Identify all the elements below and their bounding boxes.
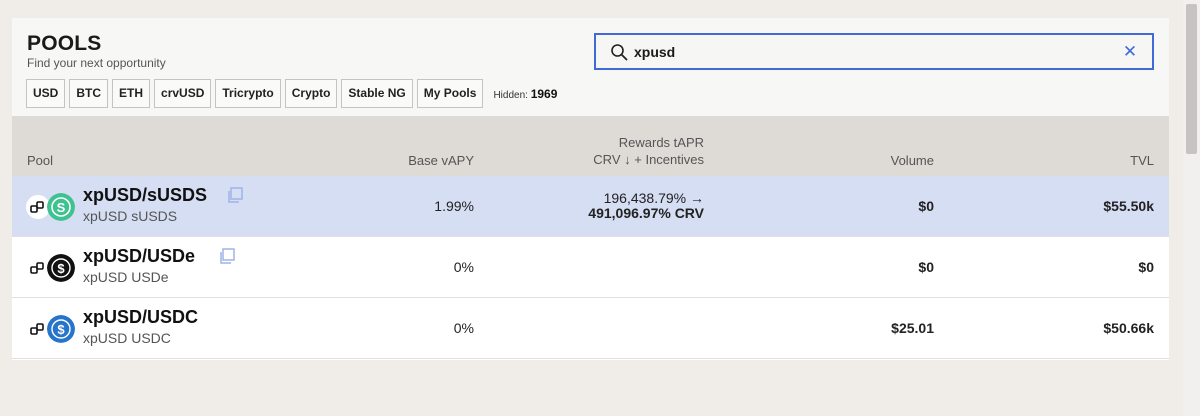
column-rewards-sort[interactable]: CRV ↓ + Incentives [552, 152, 704, 167]
filter-chip-eth[interactable]: ETH [112, 79, 151, 108]
table-row[interactable]: $ xpUSD/USDC xpUSD USDC 0% $25.01 $50.66… [12, 298, 1169, 359]
hidden-label: Hidden: [493, 89, 528, 101]
column-pool[interactable]: Pool [27, 153, 53, 168]
filter-chip-usd[interactable]: USD [26, 79, 66, 108]
volume-value: $0 [918, 198, 934, 214]
usdc-coin-icon: $ [47, 315, 75, 343]
pools-panel: POOLS Find your next opportunity ✕ USD B… [12, 18, 1169, 360]
usde-coin-icon: $ [47, 254, 75, 282]
table-row[interactable]: $ xpUSD/USDe xpUSD USDe 0% $0 $0 [12, 237, 1169, 298]
table-header: Pool Base vAPY Rewards tAPR CRV ↓ + Ince… [12, 116, 1169, 176]
copy-icon[interactable] [218, 247, 236, 265]
column-volume[interactable]: Volume [802, 153, 934, 168]
filter-chip-stable-ng[interactable]: Stable NG [341, 79, 413, 108]
search-icon [611, 44, 628, 61]
pool-name[interactable]: xpUSD/sUSDS [83, 185, 207, 206]
pool-coins-label: xpUSD USDC [83, 330, 171, 346]
sort-down-icon: ↓ [624, 152, 631, 167]
pool-name[interactable]: xpUSD/USDe [83, 246, 195, 267]
filter-chip-tricrypto[interactable]: Tricrypto [215, 79, 281, 108]
svg-text:$: $ [57, 322, 65, 337]
tvl-value: $50.66k [1103, 320, 1154, 336]
svg-text:S: S [57, 200, 66, 215]
close-icon[interactable]: ✕ [1121, 42, 1139, 62]
volume-value: $25.01 [891, 320, 934, 336]
tvl-value: $0 [1138, 259, 1154, 275]
pool-coins-label: xpUSD sUSDS [83, 208, 178, 224]
susds-coin-icon: S [47, 193, 75, 221]
pool-coins: $ [26, 314, 78, 344]
column-rewards-crv[interactable]: CRV [593, 152, 620, 167]
svg-text:$: $ [57, 261, 65, 276]
base-vapy-value: 0% [453, 259, 474, 275]
base-vapy-value: 1.99% [434, 198, 474, 214]
volume-value: $0 [918, 259, 934, 275]
hidden-pools-info: Hidden: 1969 [493, 87, 557, 101]
search-box[interactable]: ✕ [594, 33, 1154, 70]
pool-coins: S [26, 192, 78, 222]
pool-name[interactable]: xpUSD/USDC [83, 307, 198, 328]
table-row[interactable]: S xpUSD/sUSDS xpUSD sUSDS 1.99% 196,438.… [12, 176, 1169, 237]
scrollbar-thumb[interactable] [1186, 4, 1197, 154]
rewards-crv-max-value: 491,096.97% CRV [588, 205, 704, 221]
page-subtitle: Find your next opportunity [27, 56, 166, 70]
pools-header: POOLS Find your next opportunity ✕ USD B… [12, 18, 1169, 116]
copy-icon[interactable] [226, 186, 244, 204]
page-scrollbar[interactable] [1183, 0, 1200, 416]
rewards-crv-value: 196,438.79% → [603, 190, 704, 206]
filter-chip-crvusd[interactable]: crvUSD [154, 79, 212, 108]
column-base-vapy[interactable]: Base vAPY [352, 153, 474, 168]
column-rewards-title: Rewards tAPR [618, 135, 704, 150]
hidden-count: 1969 [530, 86, 558, 101]
filter-chips: USD BTC ETH crvUSD Tricrypto Crypto Stab… [26, 79, 557, 108]
pool-coins-label: xpUSD USDe [83, 269, 169, 285]
base-vapy-value: 0% [453, 320, 474, 336]
page-title: POOLS [27, 32, 102, 55]
search-input[interactable] [634, 41, 1114, 63]
tvl-value: $55.50k [1103, 198, 1154, 214]
filter-chip-btc[interactable]: BTC [69, 79, 109, 108]
filter-chip-crypto[interactable]: Crypto [284, 79, 338, 108]
column-rewards-incentives[interactable]: + Incentives [634, 152, 704, 167]
filter-chip-my-pools[interactable]: My Pools [416, 79, 484, 108]
pool-coins: $ [26, 253, 78, 283]
column-tvl[interactable]: TVL [1012, 153, 1154, 168]
